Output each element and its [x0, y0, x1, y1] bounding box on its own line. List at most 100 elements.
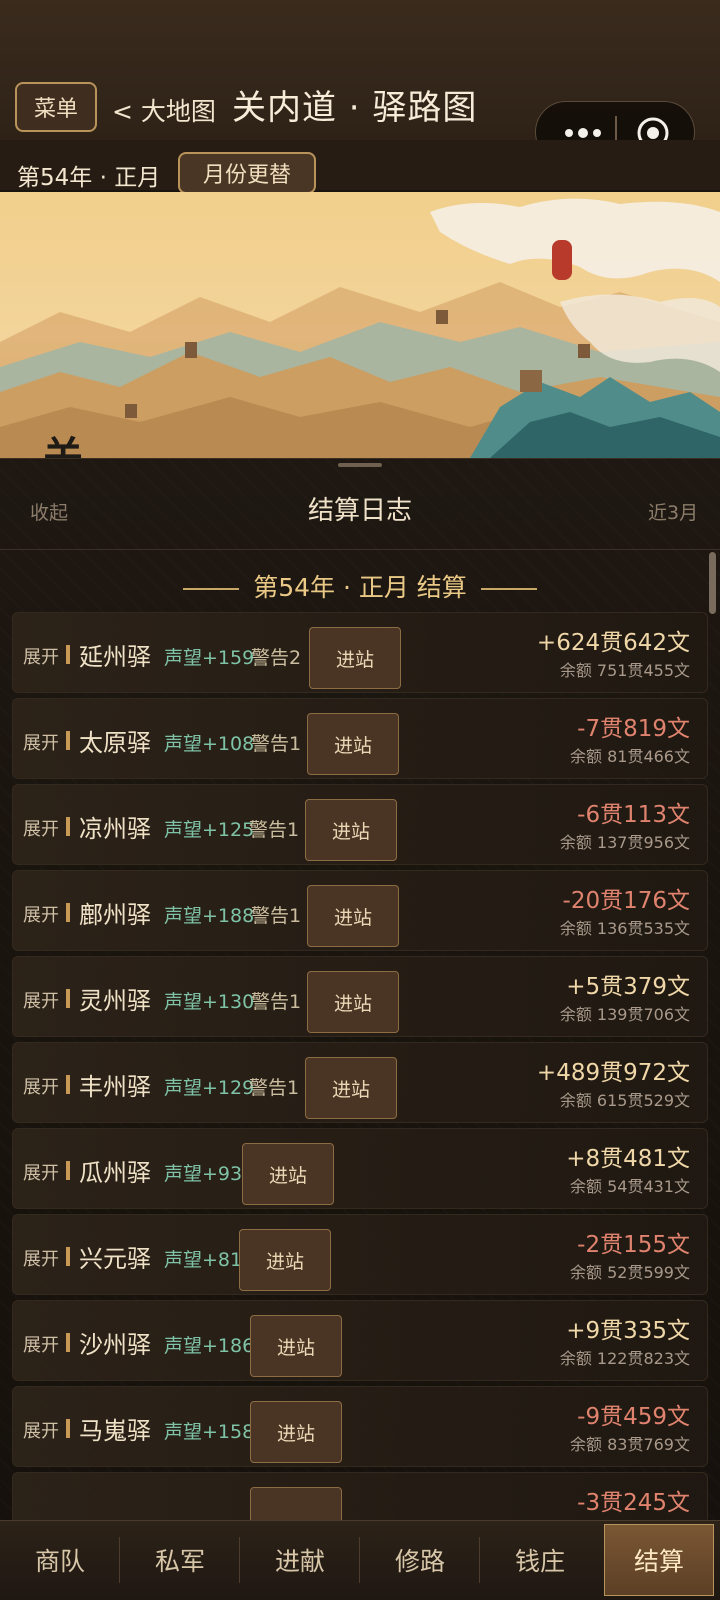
- reputation-value: 声望+159: [164, 647, 255, 669]
- station-name: 延州驿: [79, 643, 151, 671]
- balance-value: 余额 137贯956文: [559, 833, 690, 852]
- expand-button[interactable]: 展开: [23, 1417, 59, 1443]
- enter-station-button[interactable]: 进站: [305, 1057, 397, 1119]
- station-row: 展开 兴元驿 声望+81 进站 -2贯155文 余额 52贯599文: [12, 1214, 708, 1295]
- balance-value: 余额 83贯769文: [570, 1435, 690, 1454]
- reputation-value: 声望+158: [164, 1421, 255, 1443]
- settlement-amount: -9贯459文: [577, 1404, 690, 1430]
- reputation-value: 声望+125: [164, 819, 255, 841]
- station-name: 太原驿: [79, 729, 151, 757]
- settlement-amount: +8贯481文: [566, 1146, 690, 1172]
- range-filter-button[interactable]: 近3月: [648, 498, 698, 525]
- tab-bank[interactable]: 钱庄: [480, 1520, 600, 1600]
- accent-bar: [66, 1419, 70, 1438]
- enter-station-button[interactable]: 进站: [307, 713, 399, 775]
- reputation-value: 声望+81: [164, 1249, 243, 1271]
- enter-station-button[interactable]: 进站: [307, 971, 399, 1033]
- landscape-painting: [0, 192, 720, 458]
- accent-bar: [66, 1333, 70, 1352]
- menu-button[interactable]: 菜单: [15, 82, 97, 132]
- enter-station-button[interactable]: 进站: [239, 1229, 331, 1291]
- enter-station-button[interactable]: 进站: [250, 1401, 342, 1463]
- month-switch-button[interactable]: 月份更替: [178, 152, 316, 194]
- warning-count: 警告1: [249, 1077, 300, 1099]
- settlement-amount: -2贯155文: [577, 1232, 690, 1258]
- warning-count: 警告1: [249, 819, 300, 841]
- station-row: -3贯245文: [12, 1472, 708, 1520]
- tab-road-repair[interactable]: 修路: [360, 1520, 480, 1600]
- expand-button[interactable]: 展开: [23, 1245, 59, 1271]
- reputation-value: 声望+130: [164, 991, 255, 1013]
- balance-value: 余额 122贯823文: [559, 1349, 690, 1368]
- accent-bar: [66, 817, 70, 836]
- enter-station-button[interactable]: 进站: [242, 1143, 334, 1205]
- station-name: 丰州驿: [79, 1073, 151, 1101]
- warning-count: 警告1: [251, 991, 302, 1013]
- tab-private-army[interactable]: 私军: [120, 1520, 240, 1600]
- station-row: 展开 丰州驿 声望+129 警告1 进站 +489贯972文 余额 615贯52…: [12, 1042, 708, 1123]
- expand-button[interactable]: 展开: [23, 1159, 59, 1185]
- expand-button[interactable]: 展开: [23, 815, 59, 841]
- station-name: 兴元驿: [79, 1245, 151, 1273]
- expand-button[interactable]: 展开: [23, 1073, 59, 1099]
- settlement-amount: -7贯819文: [577, 716, 690, 742]
- expand-button[interactable]: 展开: [23, 987, 59, 1013]
- balance-value: 余额 615贯529文: [559, 1091, 690, 1110]
- station-name: 鄜州驿: [79, 901, 151, 929]
- tab-tribute[interactable]: 进献: [240, 1520, 360, 1600]
- enter-station-button[interactable]: [250, 1487, 342, 1520]
- panel-divider: [0, 549, 720, 550]
- station-name: 瓜州驿: [79, 1159, 151, 1187]
- station-name: 马嵬驿: [79, 1417, 151, 1445]
- settlement-amount: -20贯176文: [562, 888, 690, 914]
- balance-value: 余额 751贯455文: [559, 661, 690, 680]
- accent-bar: [66, 1161, 70, 1180]
- settlement-amount: +9贯335文: [566, 1318, 690, 1344]
- log-title: 结算日志: [308, 496, 413, 526]
- tab-caravan[interactable]: 商队: [0, 1520, 120, 1600]
- station-row: 展开 鄜州驿 声望+188 警告1 进站 -20贯176文 余额 136贯535…: [12, 870, 708, 951]
- section-header: 第54年 · 正月 结算: [0, 568, 720, 604]
- accent-bar: [66, 731, 70, 750]
- settlement-amount: +5贯379文: [566, 974, 690, 1000]
- warning-count: 警告1: [251, 905, 302, 927]
- reputation-value: 声望+93: [164, 1163, 243, 1185]
- warning-count: 警告1: [251, 733, 302, 755]
- station-settlement-list: 展开 延州驿 声望+159 警告2 进站 +624贯642文 余额 751贯45…: [12, 612, 708, 1520]
- reputation-value: 声望+186: [164, 1335, 255, 1357]
- expand-button[interactable]: 展开: [23, 643, 59, 669]
- panel-drag-handle[interactable]: [338, 463, 382, 467]
- settlement-amount: -3贯245文: [577, 1490, 690, 1516]
- accent-bar: [66, 1247, 70, 1266]
- accent-bar: [66, 903, 70, 922]
- expand-button[interactable]: 展开: [23, 1331, 59, 1357]
- section-line-right: [480, 588, 537, 590]
- station-row: 展开 沙州驿 声望+186 进站 +9贯335文 余额 122贯823文: [12, 1300, 708, 1381]
- reputation-value: 声望+108: [164, 733, 255, 755]
- balance-value: 余额 52贯599文: [570, 1263, 690, 1282]
- enter-station-button[interactable]: 进站: [250, 1315, 342, 1377]
- page-title: 关内道 · 驿路图: [232, 88, 478, 128]
- tab-settlement[interactable]: 结算: [604, 1524, 714, 1596]
- expand-button[interactable]: 展开: [23, 901, 59, 927]
- region-banner: 关内道驿程: [0, 192, 720, 458]
- warning-count: 警告2: [251, 647, 302, 669]
- section-title: 第54年 · 正月 结算: [253, 573, 467, 602]
- settlement-amount: +489贯972文: [536, 1060, 690, 1086]
- section-line-left: [183, 588, 240, 590]
- list-scrollbar[interactable]: [709, 552, 716, 614]
- accent-bar: [66, 1075, 70, 1094]
- balance-value: 余额 81贯466文: [570, 747, 690, 766]
- enter-station-button[interactable]: 进站: [305, 799, 397, 861]
- reputation-value: 声望+129: [164, 1077, 255, 1099]
- back-to-map-link[interactable]: < 大地图: [112, 92, 216, 128]
- enter-station-button[interactable]: 进站: [309, 627, 401, 689]
- station-name: 凉州驿: [79, 815, 151, 843]
- enter-station-button[interactable]: 进站: [307, 885, 399, 947]
- station-row: 展开 瓜州驿 声望+93 进站 +8贯481文 余额 54贯431文: [12, 1128, 708, 1209]
- station-row: 展开 灵州驿 声望+130 警告1 进站 +5贯379文 余额 139贯706文: [12, 956, 708, 1037]
- current-date-label: 第54年 · 正月: [17, 165, 161, 191]
- collapse-button[interactable]: 收起: [30, 498, 68, 525]
- expand-button[interactable]: 展开: [23, 729, 59, 755]
- station-row: 展开 凉州驿 声望+125 警告1 进站 -6贯113文 余额 137贯956文: [12, 784, 708, 865]
